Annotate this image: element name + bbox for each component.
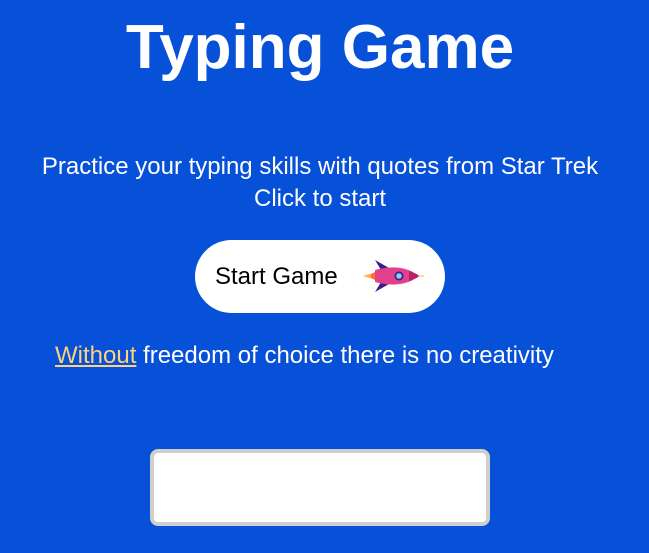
start-game-button[interactable]: Start Game [195, 240, 445, 313]
intro-description: Practice your typing skills with quotes … [41, 153, 599, 180]
rocket-icon [363, 260, 424, 292]
quote-current-word: Without [55, 342, 137, 369]
quote-remaining-text: freedom of choice there is no creativity [136, 342, 554, 369]
intro-text: Practice your typing skills with quotes … [0, 151, 640, 215]
quote-text: Without freedom of choice there is no cr… [55, 340, 554, 372]
typing-input[interactable] [150, 449, 490, 526]
intro-instruction: Click to start [253, 185, 387, 212]
page-title: Typing Game [125, 13, 515, 82]
start-game-label: Start Game [215, 262, 338, 290]
